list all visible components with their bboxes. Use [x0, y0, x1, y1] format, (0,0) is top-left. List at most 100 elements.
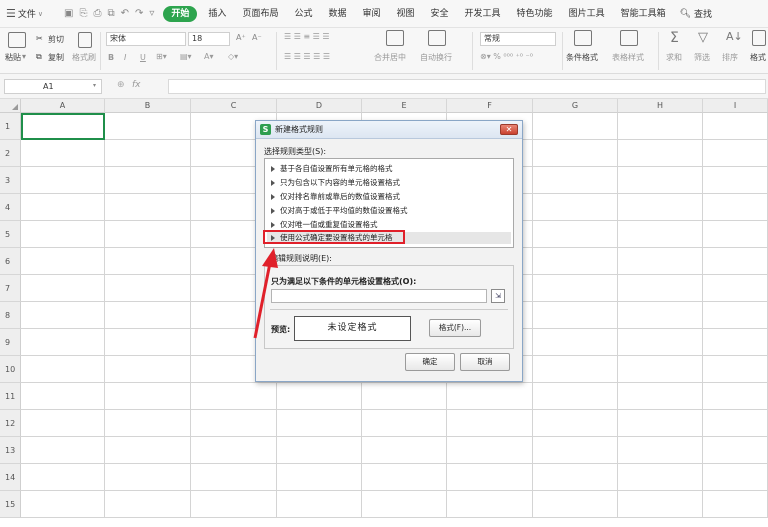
number-format-select[interactable]: 常规 [480, 32, 556, 46]
grid-cell[interactable] [447, 410, 533, 437]
grid-cell[interactable] [447, 491, 533, 518]
wrap-text-button[interactable]: 自动换行 [420, 52, 452, 63]
select-all-corner[interactable] [0, 99, 21, 113]
wrap-text-icon[interactable] [428, 30, 446, 46]
grid-cell[interactable] [105, 410, 191, 437]
tab-review[interactable]: 审阅 [354, 0, 388, 28]
row-header[interactable]: 8 [0, 302, 21, 329]
row-header[interactable]: 11 [0, 383, 21, 410]
grid-cell[interactable] [105, 437, 191, 464]
column-header[interactable]: I [703, 99, 768, 113]
format-icon[interactable] [752, 30, 766, 46]
grid-cell[interactable] [533, 167, 618, 194]
cancel-button[interactable]: 取消 [460, 353, 510, 371]
grid-cell[interactable] [533, 194, 618, 221]
copy-icon[interactable]: ⧉ [36, 52, 42, 62]
grid-cell[interactable] [533, 464, 618, 491]
search-button[interactable]: 🔍︎ 查找 [674, 7, 712, 21]
grid-cell[interactable] [533, 302, 618, 329]
table-style-button[interactable]: 表格样式 [612, 52, 644, 63]
table-style-icon[interactable] [620, 30, 638, 46]
grid-cell[interactable] [21, 491, 105, 518]
grid-cell[interactable] [362, 437, 447, 464]
grid-cell[interactable] [191, 437, 277, 464]
grid-cell[interactable] [703, 113, 768, 140]
number-format-icons[interactable]: ⊗▾ % ⁰⁰⁰ ⁺⁰ ⁻⁰ [480, 52, 533, 61]
grid-cell[interactable] [618, 491, 703, 518]
sort-icon[interactable]: A↓ [726, 30, 743, 43]
grid-cell[interactable] [362, 464, 447, 491]
grid-cell[interactable] [533, 356, 618, 383]
column-header[interactable]: D [277, 99, 362, 113]
grid-cell[interactable] [533, 329, 618, 356]
filter-button[interactable]: 筛选 [694, 52, 710, 63]
grid-cell[interactable] [618, 302, 703, 329]
grid-cell[interactable] [618, 437, 703, 464]
rule-type-item[interactable]: 仅对高于或低于平均值的数值设置格式 [271, 205, 408, 216]
grid-cell[interactable] [618, 356, 703, 383]
row-header[interactable]: 12 [0, 410, 21, 437]
grid-cell[interactable] [21, 221, 105, 248]
zoom-icon[interactable]: ⊕ [117, 80, 125, 90]
grid-cell[interactable] [618, 329, 703, 356]
grid-cell[interactable] [533, 437, 618, 464]
paste-icon[interactable] [8, 32, 26, 48]
sum-icon[interactable]: Σ [670, 30, 679, 46]
grid-cell[interactable] [703, 140, 768, 167]
grid-cell[interactable] [105, 167, 191, 194]
grid-cell[interactable] [533, 491, 618, 518]
row-header[interactable]: 5 [0, 221, 21, 248]
redo-icon[interactable]: ↷ [135, 8, 143, 19]
dialog-titlebar[interactable]: S 新建格式规则 ✕ [256, 121, 522, 139]
paste-button[interactable]: 粘贴 [5, 52, 21, 63]
grid-cell[interactable] [533, 113, 618, 140]
formula-input[interactable] [168, 79, 766, 94]
font-size-select[interactable]: 18 [188, 32, 230, 46]
customize-icon[interactable]: ▿ [149, 8, 154, 19]
grid-cell[interactable] [703, 221, 768, 248]
rule-type-item[interactable]: 只为包含以下内容的单元格设置格式 [271, 177, 400, 188]
column-header[interactable]: E [362, 99, 447, 113]
fill-color-icon[interactable]: ▤▾ [180, 52, 192, 61]
row-header[interactable]: 4 [0, 194, 21, 221]
fx-icon[interactable]: fx [132, 80, 141, 90]
grid-cell[interactable] [21, 302, 105, 329]
align-top-icon[interactable]: ☰ ☰ ≡ ☰ ☰ [284, 32, 330, 41]
grid-cell[interactable] [703, 194, 768, 221]
grid-cell[interactable] [362, 491, 447, 518]
decrease-font-icon[interactable]: A⁻ [252, 33, 262, 42]
paste-dropdown-icon[interactable]: ▾ [22, 52, 26, 61]
grid-cell[interactable] [277, 383, 362, 410]
grid-cell[interactable] [618, 248, 703, 275]
border-icon[interactable]: ⊞▾ [156, 52, 167, 61]
grid-cell[interactable] [533, 221, 618, 248]
row-header[interactable]: 10 [0, 356, 21, 383]
row-header[interactable]: 14 [0, 464, 21, 491]
font-color-icon[interactable]: A▾ [204, 52, 214, 61]
row-header[interactable]: 1 [0, 113, 21, 140]
grid-cell[interactable] [105, 329, 191, 356]
tab-special-features[interactable]: 特色功能 [509, 0, 561, 28]
collapse-dialog-button[interactable]: ⇲ [491, 289, 505, 303]
grid-cell[interactable] [105, 464, 191, 491]
name-box-dropdown-icon[interactable]: ▾ [93, 82, 96, 89]
grid-cell[interactable] [105, 248, 191, 275]
grid-cell[interactable] [105, 275, 191, 302]
grid-cell[interactable] [277, 437, 362, 464]
italic-icon[interactable]: I [124, 53, 126, 62]
row-header[interactable]: 6 [0, 248, 21, 275]
merge-center-icon[interactable] [386, 30, 404, 46]
ok-button[interactable]: 确定 [405, 353, 455, 371]
bold-icon[interactable]: B [108, 53, 114, 62]
grid-cell[interactable] [362, 383, 447, 410]
grid-cell[interactable] [191, 383, 277, 410]
row-header[interactable]: 15 [0, 491, 21, 518]
conditional-format-icon[interactable] [574, 30, 592, 46]
grid-cell[interactable] [703, 302, 768, 329]
row-header[interactable]: 2 [0, 140, 21, 167]
grid-cell[interactable] [105, 491, 191, 518]
grid-cell[interactable] [21, 248, 105, 275]
save-icon[interactable]: ▣ [64, 8, 73, 19]
underline-icon[interactable]: U [140, 53, 146, 62]
grid-cell[interactable] [105, 113, 191, 140]
